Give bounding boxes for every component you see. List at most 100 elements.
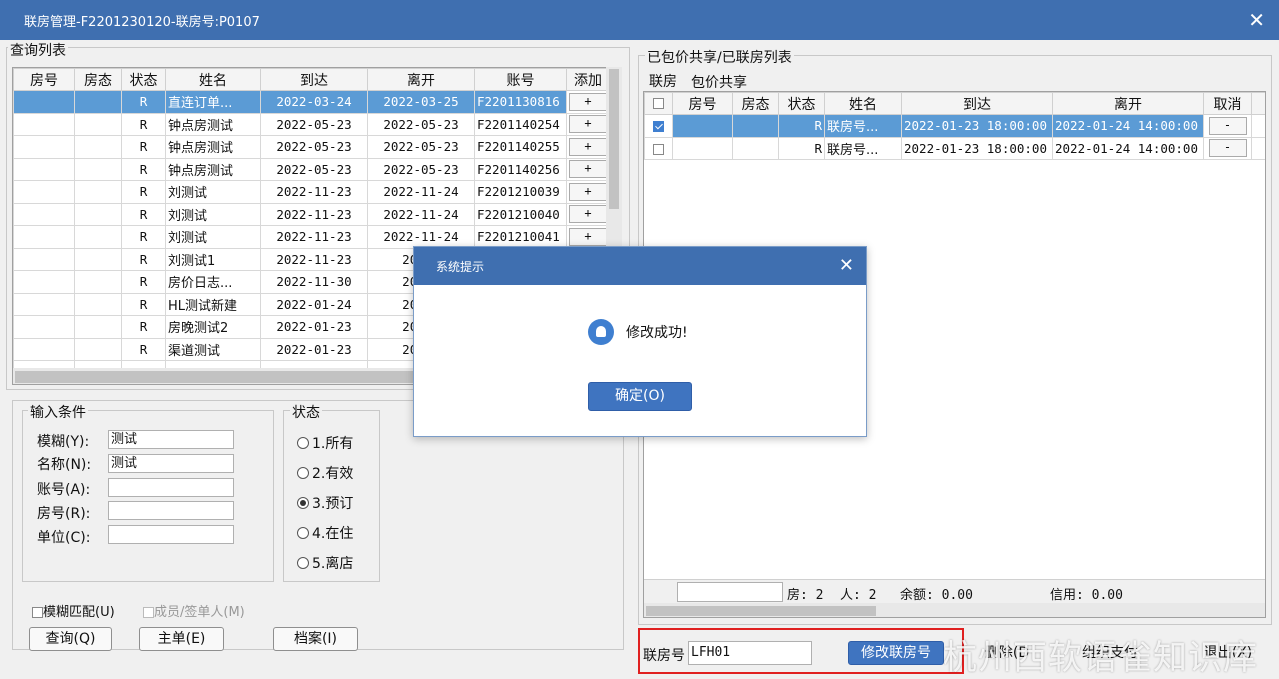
query-col-header[interactable]: 姓名 — [165, 68, 261, 91]
cancel-row-button[interactable]: - — [1208, 139, 1247, 158]
query-vscroll-thumb[interactable] — [609, 69, 619, 209]
member-sign-box[interactable] — [143, 607, 154, 618]
linked-col-header[interactable]: 姓名 — [824, 92, 902, 115]
table-cell-add[interactable]: + — [566, 90, 607, 114]
row-checkbox[interactable] — [644, 136, 673, 160]
table-cell-add[interactable]: + — [566, 135, 607, 159]
radio-dot[interactable] — [297, 467, 309, 479]
table-row[interactable]: R 刘测试 2022-11-23 2022-11-24 F2201210039 + — [13, 180, 607, 204]
query-col-header[interactable]: 状态 — [121, 68, 166, 91]
table-cell-rstate — [74, 225, 122, 249]
unit-input[interactable] — [108, 525, 234, 544]
tab-link-room[interactable]: 联房 — [649, 71, 677, 91]
dialog-close-icon[interactable]: ✕ — [839, 255, 854, 276]
member-sign-checkbox[interactable]: 成员/签单人(M) — [143, 601, 245, 620]
table-cell-add[interactable]: + — [566, 112, 607, 136]
table-cell-rstate — [74, 135, 122, 159]
table-cell-add[interactable]: + — [566, 225, 607, 249]
query-col-header[interactable]: 账号 — [474, 68, 567, 91]
room-input[interactable] — [108, 501, 234, 520]
table-cell-depart: 2022-11-24 — [367, 225, 475, 249]
name-input[interactable]: 测试 — [108, 454, 234, 473]
status-radio-3[interactable]: 3.预订 — [297, 493, 353, 513]
status-radio-2[interactable]: 2.有效 — [297, 463, 353, 483]
table-cell-arrive: 2022-01-23 18:00:00 — [901, 136, 1053, 160]
linked-hscroll-thumb[interactable] — [646, 606, 876, 616]
highlight-box — [638, 628, 964, 674]
table-cell-room — [13, 135, 75, 159]
table-cell-depart: 2022-01-24 14:00:00 — [1052, 136, 1204, 160]
query-col-header[interactable]: 添加 — [566, 68, 607, 91]
status-radio-1[interactable]: 1.所有 — [297, 433, 353, 453]
radio-dot[interactable] — [297, 437, 309, 449]
checkbox-box[interactable] — [653, 143, 664, 155]
query-col-header[interactable]: 房态 — [74, 68, 122, 91]
status-radio-label: 4.在住 — [312, 526, 354, 542]
linked-col-filler — [1251, 92, 1265, 115]
table-cell-cancel[interactable]: - — [1203, 114, 1252, 138]
add-row-button[interactable]: + — [569, 137, 607, 156]
status-title: 状态 — [290, 402, 322, 422]
linked-hscrollbar[interactable] — [644, 603, 1265, 617]
table-row[interactable]: R 钟点房测试 2022-05-23 2022-05-23 F2201140255 + — [13, 135, 607, 159]
add-row-button[interactable]: + — [569, 160, 607, 179]
table-row[interactable]: R 联房号... 2022-01-23 18:00:00 2022-01-24 14:… — [644, 114, 1265, 138]
table-cell-add[interactable]: + — [566, 157, 607, 181]
query-col-header[interactable]: 到达 — [260, 68, 368, 91]
account-input[interactable] — [108, 478, 234, 497]
table-cell-cancel[interactable]: - — [1203, 136, 1252, 160]
table-row[interactable]: R 刘测试 2022-11-23 2022-11-24 F2201210041 + — [13, 225, 607, 249]
table-row[interactable]: R 钟点房测试 2022-05-23 2022-05-23 F2201140256 + — [13, 157, 607, 181]
table-cell-status: R — [121, 292, 166, 316]
checkbox-box[interactable] — [653, 98, 664, 109]
tab-package-share[interactable]: 包价共享 — [691, 72, 747, 92]
unit-label: 单位(C): — [37, 530, 91, 546]
close-icon[interactable]: ✕ — [1248, 8, 1265, 32]
table-cell-room — [13, 112, 75, 136]
linked-col-header[interactable]: 房态 — [732, 92, 779, 115]
status-radio-5[interactable]: 5.离店 — [297, 553, 353, 573]
linked-col-header[interactable]: 房号 — [672, 92, 733, 115]
radio-dot[interactable] — [297, 527, 309, 539]
linked-col-header[interactable]: 离开 — [1052, 92, 1204, 115]
table-cell-rstate — [74, 90, 122, 114]
cancel-row-button[interactable]: - — [1208, 116, 1247, 135]
table-cell-add[interactable]: + — [566, 202, 607, 226]
table-row[interactable]: R 联房号... 2022-01-23 18:00:00 2022-01-24 14:… — [644, 136, 1265, 160]
query-button[interactable]: 查询(Q) — [29, 627, 112, 651]
master-button[interactable]: 主单(E) — [139, 627, 224, 651]
status-radio-4[interactable]: 4.在住 — [297, 523, 353, 543]
table-row[interactable]: R 直连订单... 2022-03-24 2022-03-25 F2201130816 + — [13, 90, 607, 114]
table-row[interactable]: R 刘测试 2022-11-23 2022-11-24 F2201210040 + — [13, 202, 607, 226]
summary-input[interactable] — [677, 582, 783, 602]
query-col-header[interactable]: 房号 — [13, 68, 75, 91]
fuzzy-match-checkbox[interactable]: 模糊匹配(U) — [32, 601, 115, 620]
checkbox-box[interactable] — [653, 121, 664, 133]
table-cell-status: R — [121, 225, 166, 249]
table-cell-room — [13, 315, 75, 339]
linked-col-header[interactable]: 取消 — [1203, 92, 1252, 115]
dialog-ok-button[interactable]: 确定(O) — [588, 382, 692, 411]
table-cell-status: R — [121, 135, 166, 159]
row-checkbox[interactable] — [644, 114, 673, 138]
radio-dot[interactable] — [297, 497, 309, 509]
query-col-header[interactable]: 离开 — [367, 68, 475, 91]
add-row-button[interactable]: + — [569, 227, 607, 246]
radio-dot[interactable] — [297, 557, 309, 569]
table-cell-status: R — [121, 202, 166, 226]
table-cell-add[interactable]: + — [566, 180, 607, 204]
add-row-button[interactable]: + — [569, 92, 607, 111]
table-cell-room — [672, 136, 733, 160]
add-row-button[interactable]: + — [569, 205, 607, 224]
linked-col-header[interactable]: 到达 — [901, 92, 1053, 115]
add-row-button[interactable]: + — [569, 115, 607, 134]
add-row-button[interactable]: + — [569, 182, 607, 201]
linked-col-header[interactable]: 状态 — [778, 92, 825, 115]
fuzzy-input[interactable]: 测试 — [108, 430, 234, 449]
query-hscroll-thumb[interactable] — [15, 371, 415, 383]
table-cell-rstate — [74, 315, 122, 339]
table-row[interactable]: R 钟点房测试 2022-05-23 2022-05-23 F2201140254 + — [13, 112, 607, 136]
fuzzy-match-box[interactable] — [32, 607, 43, 618]
select-all-checkbox[interactable] — [644, 92, 673, 115]
archive-button[interactable]: 档案(I) — [273, 627, 358, 651]
